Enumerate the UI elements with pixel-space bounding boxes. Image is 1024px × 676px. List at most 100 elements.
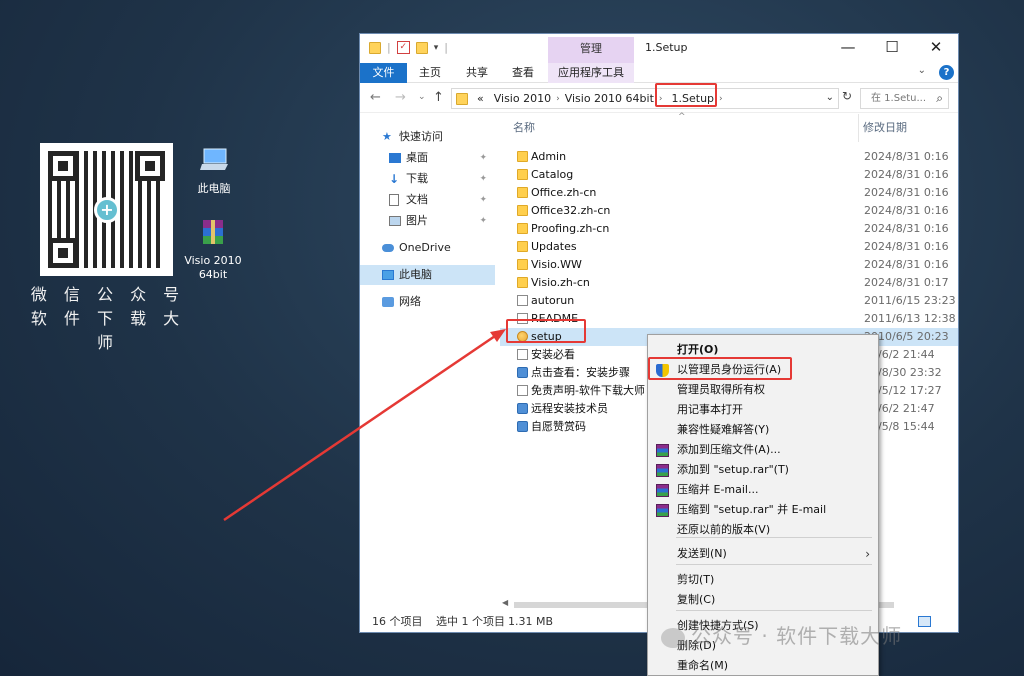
properties-icon[interactable]: ✓ [396, 41, 410, 54]
customize-toolbar-icon[interactable]: ▾ [434, 43, 439, 53]
file-name: autorun [531, 294, 575, 307]
desktop-caption-line1: 微 信 公 众 号 [30, 285, 186, 304]
winrar-icon [656, 464, 669, 477]
folder-icon [517, 187, 528, 198]
folder-icon [517, 277, 528, 288]
help-icon[interactable]: ? [939, 65, 954, 80]
close-button[interactable]: ✕ [914, 34, 958, 62]
file-name: 点击查看：安装步骤 [531, 366, 630, 379]
back-icon[interactable]: ← [370, 90, 381, 105]
document-icon [517, 349, 528, 360]
context-menu-item[interactable]: 管理员取得所有权 [648, 380, 878, 400]
tab-file[interactable]: 文件 [360, 63, 407, 83]
network-icon [382, 297, 394, 307]
file-row[interactable]: autorun 2011/6/15 23:23 [500, 292, 958, 310]
documents-icon [389, 194, 399, 206]
winrar-archive-icon [203, 220, 223, 244]
desktop-icon-visio-archive[interactable]: Visio 2010 64bit [183, 218, 243, 282]
maximize-button[interactable]: ☐ [870, 34, 914, 62]
file-row[interactable]: Visio.WW 2024/8/31 0:16 [500, 256, 958, 274]
menu-divider [676, 537, 872, 538]
column-header-name[interactable]: 名称 [513, 119, 535, 135]
context-tab-manage[interactable]: 管理 [548, 37, 634, 63]
refresh-icon[interactable]: ↻ [842, 89, 852, 103]
selection-count: 选中 1 个项目 [436, 615, 505, 628]
file-row[interactable]: Visio.zh-cn 2024/8/31 0:17 [500, 274, 958, 292]
file-name: Proofing.zh-cn [531, 222, 610, 235]
nav-item-label: 快速访问 [399, 130, 443, 143]
context-menu-label: 用记事本打开 [677, 403, 743, 416]
recent-locations-icon[interactable]: ⌄ [418, 92, 426, 102]
context-menu-item[interactable]: 压缩到 "setup.rar" 并 E-mail [648, 500, 878, 520]
context-menu-item[interactable]: 添加到压缩文件(A)... [648, 440, 878, 460]
new-folder-icon[interactable] [415, 41, 428, 54]
submenu-arrow-icon: › [865, 547, 870, 561]
folder-icon[interactable] [369, 41, 381, 54]
nav-item-quick-access[interactable]: ★ 快速访问 [360, 127, 495, 147]
context-menu-item[interactable]: 添加到 "setup.rar"(T) [648, 460, 878, 480]
watermark: 公众号 · 软件下载大师 [661, 620, 902, 649]
image-file-icon [517, 403, 528, 414]
qr-logo-icon: + [94, 197, 120, 223]
sort-ascending-icon: ^ [678, 112, 686, 122]
nav-item-label: 下载 [406, 172, 428, 185]
file-row[interactable]: Office32.zh-cn 2024/8/31 0:16 [500, 202, 958, 220]
file-modified-date: 2024/8/31 0:16 [864, 186, 949, 199]
breadcrumb-visio-2010-64bit[interactable]: Visio 2010 64bit [565, 92, 654, 105]
breadcrumb-visio-2010[interactable]: Visio 2010 [494, 92, 551, 105]
nav-item-network[interactable]: 网络 [360, 292, 495, 312]
context-menu-item[interactable]: 用记事本打开 [648, 400, 878, 420]
wechat-icon [661, 627, 685, 648]
file-row[interactable]: Catalog 2024/8/31 0:16 [500, 166, 958, 184]
file-row[interactable]: Office.zh-cn 2024/8/31 0:16 [500, 184, 958, 202]
desktop-icon-label: 此电脑 [197, 182, 231, 195]
highlight-box-breadcrumb [655, 83, 717, 107]
context-menu-label: 压缩到 "setup.rar" 并 E-mail [677, 503, 827, 516]
ribbon-tabs: 文件 主页 共享 查看 应用程序工具 ⌄ ? [360, 63, 958, 83]
cloud-icon [382, 244, 394, 252]
context-menu-item[interactable]: 兼容性疑难解答(Y) [648, 420, 878, 440]
pictures-icon [389, 216, 401, 226]
expand-ribbon-icon[interactable]: ⌄ [918, 65, 926, 76]
up-icon[interactable]: ↑ [433, 90, 444, 105]
forward-icon[interactable]: → [395, 90, 406, 105]
context-menu-item[interactable]: 压缩并 E-mail... [648, 480, 878, 500]
context-menu-item[interactable]: 发送到(N) › [648, 544, 878, 564]
context-menu-item[interactable]: 复制(C) [648, 590, 878, 610]
tab-share[interactable]: 共享 [461, 63, 493, 83]
file-row[interactable]: Proofing.zh-cn 2024/8/31 0:16 [500, 220, 958, 238]
file-row[interactable]: Updates 2024/8/31 0:16 [500, 238, 958, 256]
nav-item-desktop[interactable]: 桌面 ✦ [360, 148, 495, 168]
context-menu-item[interactable]: 重命名(M) [648, 656, 878, 676]
minimize-button[interactable]: — [826, 34, 870, 62]
nav-item-this-pc[interactable]: 此电脑 [360, 265, 495, 285]
nav-item-onedrive[interactable]: OneDrive [360, 238, 495, 258]
nav-item-downloads[interactable]: ↓ 下载 ✦ [360, 169, 495, 189]
tab-application-tools[interactable]: 应用程序工具 [548, 63, 634, 83]
context-menu-label: 兼容性疑难解答(Y) [677, 423, 770, 436]
nav-item-documents[interactable]: 文档 ✦ [360, 190, 495, 210]
menu-divider [676, 610, 872, 611]
nav-item-label: OneDrive [399, 241, 451, 254]
document-icon [517, 295, 528, 306]
nav-item-pictures[interactable]: 图片 ✦ [360, 211, 495, 231]
desktop-icon-this-pc[interactable]: 此电脑 [184, 146, 244, 196]
document-icon [517, 385, 528, 396]
watermark-text: 公众号 · 软件下载大师 [691, 624, 903, 648]
column-header-modified[interactable]: 修改日期 [863, 119, 907, 135]
folder-icon [517, 259, 528, 270]
address-dropdown-icon[interactable]: ⌄ [826, 92, 834, 103]
search-input[interactable]: 在 1.Setu... ⌕ [860, 88, 949, 109]
tab-home[interactable]: 主页 [415, 63, 445, 83]
desktop-caption-line2: 软 件 下 载 大 师 [30, 309, 186, 352]
file-row[interactable]: Admin 2024/8/31 0:16 [500, 148, 958, 166]
context-menu-label: 剪切(T) [677, 573, 715, 586]
search-icon: ⌕ [936, 91, 943, 105]
file-name: Catalog [531, 168, 574, 181]
breadcrumb-overflow[interactable]: « [477, 92, 484, 105]
address-bar[interactable]: « Visio 2010 › Visio 2010 64bit › 1.Setu… [451, 88, 839, 109]
context-menu-label: 压缩并 E-mail... [677, 483, 759, 496]
details-view-icon[interactable] [918, 616, 931, 627]
tab-view[interactable]: 查看 [507, 63, 539, 83]
context-menu-item[interactable]: 剪切(T) [648, 570, 878, 590]
